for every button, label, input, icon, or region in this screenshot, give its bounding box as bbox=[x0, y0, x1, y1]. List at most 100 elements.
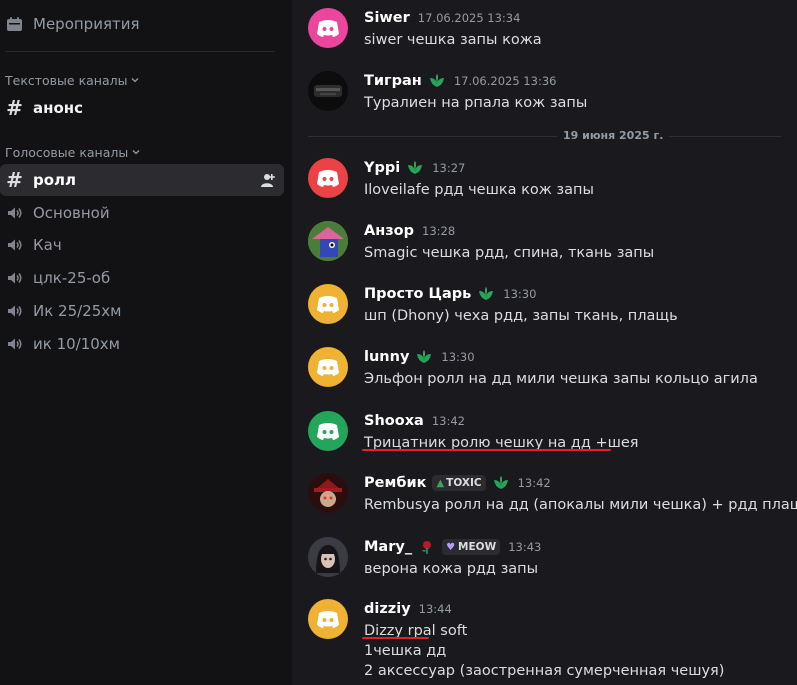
username[interactable]: lunny bbox=[364, 349, 409, 365]
avatar-image bbox=[308, 537, 348, 577]
avatar[interactable] bbox=[308, 158, 348, 198]
timestamp: 13:42 bbox=[431, 414, 465, 428]
avatar[interactable] bbox=[308, 284, 348, 324]
events-item[interactable]: Мероприятия bbox=[6, 12, 139, 36]
hash-icon: # bbox=[6, 168, 23, 192]
message-header: Mary_ ♥ MEOW 13:43 bbox=[364, 537, 541, 557]
leaf-badge-icon bbox=[429, 74, 444, 87]
avatar[interactable] bbox=[308, 473, 348, 513]
timestamp: 17.06.2025 13:36 bbox=[453, 74, 557, 88]
message-text: Smagic чешка рдд, спина, ткань запы bbox=[364, 245, 655, 261]
channel-roll[interactable]: # ролл bbox=[0, 164, 284, 196]
message-header: Siwer 17.06.2025 13:34 bbox=[364, 8, 520, 28]
leaf-badge-icon bbox=[408, 161, 423, 174]
message-header: Shooxa 13:42 bbox=[364, 411, 465, 431]
timestamp: 13:30 bbox=[503, 287, 537, 301]
speaker-icon bbox=[8, 272, 22, 284]
discord-logo-icon bbox=[317, 296, 339, 313]
channel-label: Ик 25/25хм bbox=[33, 302, 122, 320]
message-header: dizziy 13:44 bbox=[364, 599, 452, 619]
avatar[interactable] bbox=[308, 71, 348, 111]
speaker-icon bbox=[8, 239, 22, 251]
message-line: 1чешка дд bbox=[364, 643, 447, 659]
username[interactable]: Рембик bbox=[364, 475, 426, 491]
channel-label: ролл bbox=[33, 171, 77, 189]
chevron-down-icon bbox=[132, 150, 140, 155]
username[interactable]: Просто Царь bbox=[364, 286, 471, 302]
avatar[interactable] bbox=[308, 347, 348, 387]
message-line: 2 аксессуар (заостренная сумерченная чеш… bbox=[364, 663, 725, 679]
username[interactable]: Yppi bbox=[364, 160, 400, 176]
message-header: Просто Царь 13:30 bbox=[364, 284, 536, 304]
hash-icon: # bbox=[6, 96, 23, 120]
username[interactable]: dizziy bbox=[364, 601, 411, 617]
timestamp: 13:28 bbox=[422, 224, 456, 238]
voice-category-header[interactable]: Голосовые каналы bbox=[5, 143, 140, 161]
tag-label: TOXIC bbox=[446, 477, 482, 489]
message-text: Туралиен на рпала кож запы bbox=[364, 95, 588, 111]
channel-sidebar: Мероприятия Текстовые каналы # анонс Гол… bbox=[0, 0, 292, 685]
avatar-image bbox=[308, 473, 348, 513]
timestamp: 13:42 bbox=[517, 476, 551, 490]
message-text: Iloveilafe рдд чешка кож запы bbox=[364, 182, 594, 198]
message-text: siwer чешка запы кожа bbox=[364, 32, 542, 48]
red-underline-annotation bbox=[362, 637, 429, 639]
avatar-image bbox=[308, 221, 348, 261]
discord-logo-icon bbox=[317, 423, 339, 440]
date-divider: 19 июня 2025 г. bbox=[557, 129, 670, 142]
heart-icon: ♥ bbox=[446, 541, 456, 553]
avatar[interactable] bbox=[308, 411, 348, 451]
username[interactable]: Mary_ bbox=[364, 539, 412, 555]
calendar-icon bbox=[7, 17, 22, 31]
message-text: шп (Dhony) чеха рдд, запы ткань, плащь bbox=[364, 308, 678, 324]
fire-icon: ▲ bbox=[436, 477, 445, 489]
message-header: Yppi 13:27 bbox=[364, 158, 465, 178]
message-text: Rembusya ролл на дд (апокалы мили чешка)… bbox=[364, 497, 797, 513]
timestamp: 13:27 bbox=[432, 161, 466, 175]
tag-label: MEOW bbox=[458, 541, 497, 553]
timestamp: 17.06.2025 13:34 bbox=[417, 11, 521, 25]
voice-channel-ik10[interactable]: ик 10/10хм bbox=[0, 328, 284, 360]
username[interactable]: Анзор bbox=[364, 223, 414, 239]
date-divider-line bbox=[308, 136, 781, 137]
voice-channel-osnovnoy[interactable]: Основной bbox=[0, 197, 284, 229]
server-tag-badge[interactable]: ▲ TOXIC bbox=[432, 475, 486, 491]
message-list: Siwer 17.06.2025 13:34 siwer чешка запы … bbox=[292, 0, 797, 685]
discord-logo-icon bbox=[317, 20, 339, 37]
avatar[interactable] bbox=[308, 8, 348, 48]
channel-label: Кач bbox=[33, 236, 62, 254]
leaf-badge-icon bbox=[417, 350, 432, 363]
speaker-icon bbox=[8, 207, 22, 219]
avatar[interactable] bbox=[308, 599, 348, 639]
voice-channel-ik25[interactable]: Ик 25/25хм bbox=[0, 295, 284, 327]
username[interactable]: Shooxa bbox=[364, 413, 424, 429]
discord-logo-icon bbox=[317, 611, 339, 628]
message-header: Тигран 17.06.2025 13:36 bbox=[364, 71, 556, 91]
username[interactable]: Siwer bbox=[364, 10, 410, 26]
add-user-icon[interactable] bbox=[260, 172, 276, 188]
text-category-header[interactable]: Текстовые каналы bbox=[5, 71, 139, 89]
text-category-label: Текстовые каналы bbox=[5, 72, 128, 88]
username[interactable]: Тигран bbox=[364, 73, 422, 89]
voice-channel-kach[interactable]: Кач bbox=[0, 229, 284, 261]
leaf-badge-icon bbox=[479, 287, 494, 300]
channel-label: цлк-25-об bbox=[33, 269, 111, 287]
avatar[interactable] bbox=[308, 221, 348, 261]
message-header: lunny 13:30 bbox=[364, 347, 475, 367]
red-underline-annotation bbox=[362, 449, 611, 451]
message-header: Анзор 13:28 bbox=[364, 221, 455, 241]
timestamp: 13:30 bbox=[441, 350, 475, 364]
timestamp: 13:44 bbox=[418, 602, 452, 616]
server-tag-badge[interactable]: ♥ MEOW bbox=[442, 539, 501, 555]
voice-channel-clk[interactable]: цлк-25-об bbox=[0, 262, 284, 294]
discord-logo-icon bbox=[317, 359, 339, 376]
timestamp: 13:43 bbox=[508, 540, 542, 554]
speaker-icon bbox=[8, 338, 22, 350]
avatar[interactable] bbox=[308, 537, 348, 577]
sidebar-separator bbox=[6, 51, 274, 52]
channel-label: анонс bbox=[33, 99, 84, 117]
leaf-badge-icon bbox=[493, 476, 508, 489]
avatar-image bbox=[314, 85, 342, 97]
message-text: Dizzy rpal soft 1чешка дд 2 аксессуар (з… bbox=[364, 621, 724, 681]
channel-anons[interactable]: # анонс bbox=[0, 92, 284, 124]
